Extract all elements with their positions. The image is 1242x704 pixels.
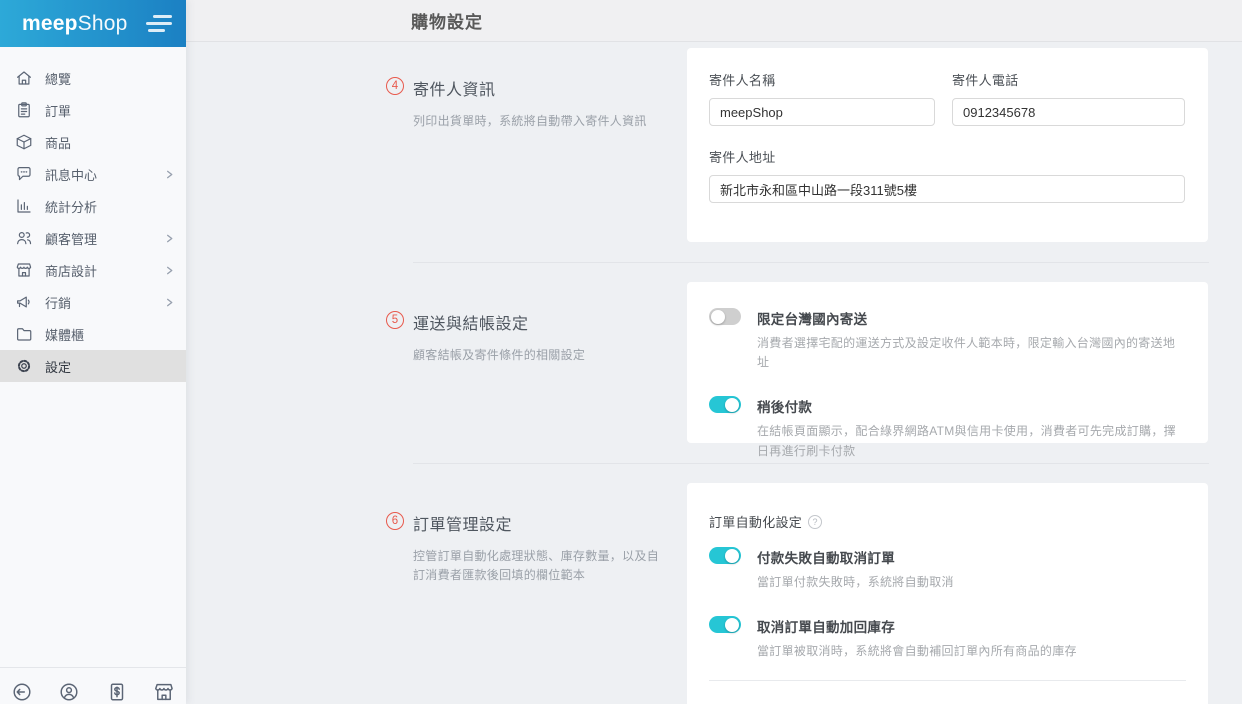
sidebar-item-overview[interactable]: 總覽 xyxy=(0,62,186,94)
sidebar-header: meepShop xyxy=(0,0,186,47)
page-title: 購物設定 xyxy=(411,13,483,32)
sidebar-item-label: 設定 xyxy=(45,359,72,375)
section-title: 寄件人資訊 xyxy=(413,82,496,99)
logo-bold: meep xyxy=(22,11,78,35)
setting-label: 取消訂單自動加回庫存 xyxy=(757,620,895,636)
page: meepShop 總覽 訂單 商品 訊息中心 統計分析 顧客管理 商店設計 行銷… xyxy=(0,0,1242,704)
step-number-badge: 4 xyxy=(386,77,404,95)
sidebar-item-marketing[interactable]: 行銷 xyxy=(0,286,186,318)
sidebar-item-settings[interactable]: 設定 xyxy=(0,350,186,382)
sidebar-item-products[interactable]: 商品 xyxy=(0,126,186,158)
sender-phone-input[interactable] xyxy=(952,98,1185,126)
sidebar-item-label: 商品 xyxy=(45,135,72,151)
setting-label: 限定台灣國內寄送 xyxy=(757,312,868,327)
taiwan-only-toggle[interactable] xyxy=(709,308,741,325)
storefront-icon[interactable] xyxy=(152,680,176,704)
sender-name-label: 寄件人名稱 xyxy=(709,73,776,88)
setting-row-auto-cancel: 付款失敗自動取消訂單 當訂單付款失敗時，系統將自動取消 xyxy=(709,547,1186,592)
sidebar-item-label: 訂單 xyxy=(45,103,72,119)
sidebar-bottom-toolbar xyxy=(0,667,186,704)
sidebar-item-message-center[interactable]: 訊息中心 xyxy=(0,158,186,190)
customers-people-icon xyxy=(14,229,33,248)
sidebar-item-label: 統計分析 xyxy=(45,199,98,215)
marketing-megaphone-icon xyxy=(14,293,33,312)
sidebar-item-store-design[interactable]: 商店設計 xyxy=(0,254,186,286)
stats-chart-icon xyxy=(14,197,33,216)
meepshop-logo[interactable]: meepShop xyxy=(22,12,128,36)
sender-address-label: 寄件人地址 xyxy=(709,150,776,165)
sender-address-input[interactable] xyxy=(709,175,1185,203)
sidebar-item-media-library[interactable]: 媒體櫃 xyxy=(0,318,186,350)
content: 4 寄件人資訊 列印出貨單時，系統將自動帶入寄件人資訊 寄件人名稱 寄件人電話 xyxy=(186,42,1242,704)
order-automation-group: 訂單自動化設定 ? xyxy=(709,512,1186,531)
pay-later-toggle[interactable] xyxy=(709,396,741,414)
setting-description: 當訂單付款失敗時，系統將自動取消 xyxy=(757,575,954,589)
media-folder-icon xyxy=(14,325,33,344)
section-order-management: 6 訂單管理設定 控管訂單自動化處理狀態、庫存數量，以及自訂消費者匯款後回填的欄… xyxy=(186,483,1242,704)
chevron-right-icon xyxy=(165,298,174,307)
section-subtitle: 顧客結帳及寄件條件的相關設定 xyxy=(413,348,586,362)
home-icon xyxy=(14,69,33,88)
setting-row-restock: 取消訂單自動加回庫存 當訂單被取消時，系統將會自動補回訂單內所有商品的庫存 xyxy=(709,616,1186,661)
sender-phone-label: 寄件人電話 xyxy=(952,73,1019,88)
sidebar-item-orders[interactable]: 訂單 xyxy=(0,94,186,126)
sender-info-card: 寄件人名稱 寄件人電話 寄件人地址 xyxy=(687,48,1208,242)
logo-light: Shop xyxy=(77,11,128,35)
section-heading: 5 運送與結帳設定 顧客結帳及寄件條件的相關設定 xyxy=(186,282,687,443)
setting-row-taiwan-only: 限定台灣國內寄送 消費者選擇宅配的運送方式及設定收件人範本時，限定輸入台灣國內的… xyxy=(709,308,1186,372)
setting-description: 當訂單被取消時，系統將會自動補回訂單內所有商品的庫存 xyxy=(757,644,1077,659)
sidebar-item-label: 媒體櫃 xyxy=(45,327,85,343)
setting-row-pay-later: 稍後付款 在結帳頁面顯示，配合綠界網路ATM與信用卡使用，消費者可先完成訂購，擇… xyxy=(709,396,1186,460)
card-divider xyxy=(709,680,1186,682)
section-divider xyxy=(413,463,1209,464)
sender-name-input[interactable] xyxy=(709,98,935,126)
restock-toggle[interactable] xyxy=(709,616,741,634)
order-management-card: 訂單自動化設定 ? 付款失敗自動取消訂單 當訂單付款失敗時，系統將自動取消 取消… xyxy=(687,483,1208,704)
section-subtitle: 列印出貨單時，系統將自動帶入寄件人資訊 xyxy=(413,114,647,128)
logout-icon[interactable] xyxy=(10,680,34,704)
hamburger-menu-icon[interactable] xyxy=(146,15,172,32)
section-heading: 4 寄件人資訊 列印出貨單時，系統將自動帶入寄件人資訊 xyxy=(186,48,687,242)
section-title: 運送與結帳設定 xyxy=(413,316,529,333)
sidebar-item-label: 顧客管理 xyxy=(45,231,98,247)
setting-label: 付款失敗自動取消訂單 xyxy=(757,551,895,566)
sidebar: meepShop 總覽 訂單 商品 訊息中心 統計分析 顧客管理 商店設計 行銷… xyxy=(0,0,186,704)
section-shipping-checkout: 5 運送與結帳設定 顧客結帳及寄件條件的相關設定 限定台灣國內寄送 消費者選擇宅… xyxy=(186,282,1242,458)
setting-description: 消費者選擇宅配的運送方式及設定收件人範本時，限定輸入台灣國內的寄送地址 xyxy=(757,336,1176,370)
chevron-right-icon xyxy=(165,234,174,243)
sidebar-item-customers[interactable]: 顧客管理 xyxy=(0,222,186,254)
sidebar-nav: 總覽 訂單 商品 訊息中心 統計分析 顧客管理 商店設計 行銷 媒體櫃 設定 xyxy=(0,47,186,667)
sidebar-item-label: 行銷 xyxy=(45,295,72,311)
section-heading: 6 訂單管理設定 控管訂單自動化處理狀態、庫存數量，以及自訂消費者匯款後回填的欄… xyxy=(186,483,687,704)
main-area: 購物設定 4 寄件人資訊 列印出貨單時，系統將自動帶入寄件人資訊 寄件人名稱 m… xyxy=(186,0,1242,704)
sidebar-item-label: 總覽 xyxy=(45,71,72,87)
setting-description: 在結帳頁面顯示，配合綠界網路ATM與信用卡使用，消費者可先完成訂購，擇日再進行刷… xyxy=(757,424,1176,458)
store-design-icon xyxy=(14,261,33,280)
group-label: 訂單自動化設定 xyxy=(709,515,803,530)
page-header: 購物設定 xyxy=(186,0,1242,42)
chevron-right-icon xyxy=(165,170,174,179)
help-icon[interactable]: ? xyxy=(808,514,823,529)
sidebar-item-analytics[interactable]: 統計分析 xyxy=(0,190,186,222)
section-divider xyxy=(413,262,1209,263)
product-box-icon xyxy=(14,133,33,152)
section-sender-info: 4 寄件人資訊 列印出貨單時，系統將自動帶入寄件人資訊 寄件人名稱 寄件人電話 xyxy=(186,48,1242,242)
message-bubble-icon xyxy=(14,165,33,184)
order-clipboard-icon xyxy=(14,101,33,120)
setting-label: 稍後付款 xyxy=(757,400,813,416)
sidebar-item-label: 商店設計 xyxy=(45,263,98,279)
billing-icon[interactable] xyxy=(105,680,129,704)
section-subtitle: 控管訂單自動化處理狀態、庫存數量，以及自訂消費者匯款後回填的欄位範本 xyxy=(413,549,660,582)
auto-cancel-toggle[interactable] xyxy=(709,547,741,564)
step-number-badge: 6 xyxy=(386,512,404,530)
account-icon[interactable] xyxy=(57,680,81,704)
chevron-right-icon xyxy=(165,266,174,275)
section-title: 訂單管理設定 xyxy=(413,517,513,534)
shipping-checkout-card: 限定台灣國內寄送 消費者選擇宅配的運送方式及設定收件人範本時，限定輸入台灣國內的… xyxy=(687,282,1208,458)
settings-gear-icon xyxy=(14,357,33,376)
sidebar-item-label: 訊息中心 xyxy=(45,167,98,183)
step-number-badge: 5 xyxy=(386,311,404,329)
